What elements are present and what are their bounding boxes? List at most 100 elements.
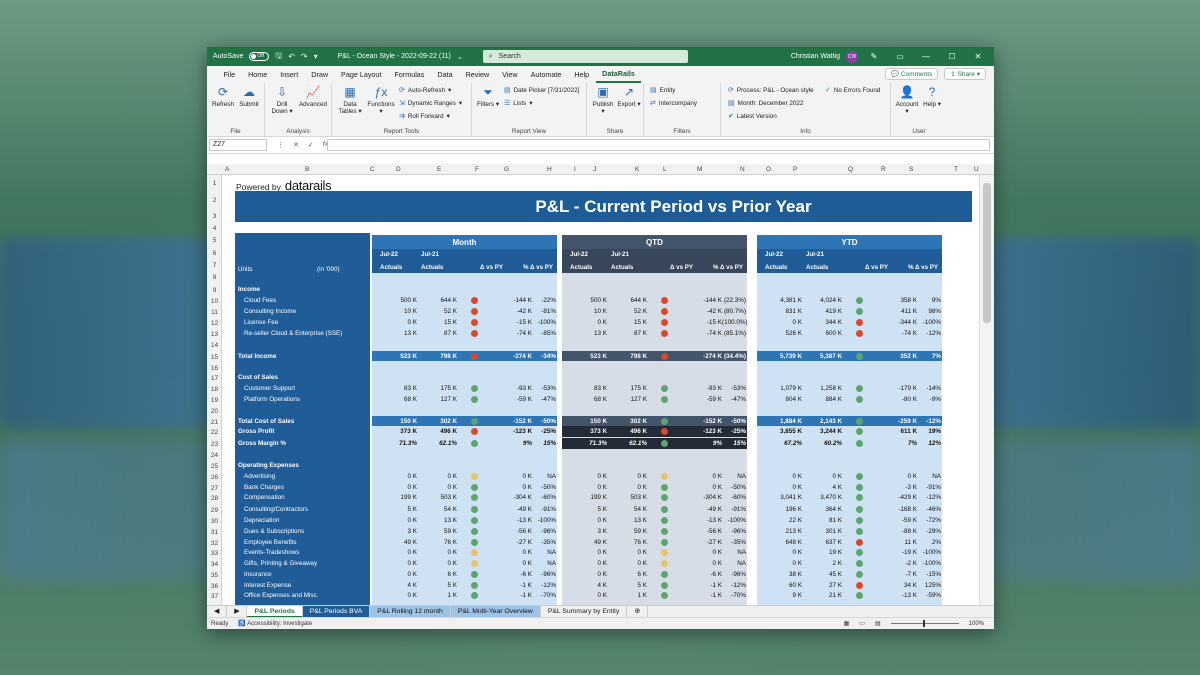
sheet-tab-3[interactable]: P&L Rolling 12 month <box>370 605 451 618</box>
name-box[interactable]: Z27 <box>209 139 267 151</box>
row-header-23[interactable]: 23 <box>207 441 222 448</box>
row-header-8[interactable]: 8 <box>207 274 222 281</box>
value-cell[interactable]: -100% <box>917 549 941 556</box>
accessibility-status[interactable]: ♿ Accessibility: Investigate <box>238 620 312 627</box>
value-cell[interactable]: 500 K <box>562 297 607 304</box>
value-cell[interactable]: 352 K <box>867 353 917 360</box>
row-header-31[interactable]: 31 <box>207 529 222 536</box>
zoom-slider[interactable] <box>890 620 959 627</box>
value-cell[interactable]: 523 K <box>562 353 607 360</box>
row-header-20[interactable]: 20 <box>207 408 222 415</box>
value-cell[interactable]: -1 K <box>482 592 532 599</box>
value-cell[interactable]: -12% <box>532 582 556 589</box>
value-cell[interactable]: 199 K <box>562 494 607 501</box>
value-cell[interactable]: -46% <box>917 506 941 513</box>
value-cell[interactable]: -96% <box>532 528 556 535</box>
value-cell[interactable]: 21 K <box>800 592 842 599</box>
dynamic-ranges-button[interactable]: ⇲ Dynamic Ranges ▾ <box>399 99 462 108</box>
value-cell[interactable]: 59 K <box>415 528 457 535</box>
value-cell[interactable]: NA <box>532 473 556 480</box>
value-cell[interactable]: -96% <box>722 528 746 535</box>
value-cell[interactable]: 81 K <box>800 517 842 524</box>
value-cell[interactable]: 0 K <box>672 549 722 556</box>
value-cell[interactable]: -13 K <box>672 517 722 524</box>
value-cell[interactable]: 54 K <box>605 506 647 513</box>
value-cell[interactable]: -25% <box>532 428 556 435</box>
value-cell[interactable]: 0 K <box>800 473 842 480</box>
refresh-button[interactable]: ⟳ Refresh <box>211 85 235 108</box>
value-cell[interactable]: 4 K <box>372 582 417 589</box>
value-cell[interactable]: -1 K <box>672 582 722 589</box>
add-sheet-button[interactable]: ⊕ <box>627 605 649 618</box>
value-cell[interactable]: 19% <box>917 428 941 435</box>
value-cell[interactable]: 637 K <box>800 539 842 546</box>
value-cell[interactable]: 798 K <box>605 353 647 360</box>
value-cell[interactable]: 411 K <box>867 308 917 315</box>
row-header-21[interactable]: 21 <box>207 419 222 426</box>
value-cell[interactable]: 523 K <box>372 353 417 360</box>
value-cell[interactable]: -179 K <box>867 385 917 392</box>
formula-input[interactable] <box>327 139 990 151</box>
value-cell[interactable]: (100.0%) <box>722 319 748 326</box>
value-cell[interactable]: -56 K <box>482 528 532 535</box>
column-header-e[interactable]: E <box>437 164 441 175</box>
data-tables-button[interactable]: ▦ Data Tables ▾ <box>336 85 364 115</box>
value-cell[interactable]: 0 K <box>372 517 417 524</box>
value-cell[interactable]: 5 K <box>372 506 417 513</box>
column-header-h[interactable]: H <box>547 164 552 175</box>
row-header-3[interactable]: 3 <box>207 213 222 220</box>
value-cell[interactable]: 600 K <box>800 330 842 337</box>
row-header-18[interactable]: 18 <box>207 386 222 393</box>
value-cell[interactable]: 364 K <box>800 506 842 513</box>
value-cell[interactable]: 0 K <box>372 560 417 567</box>
value-cell[interactable]: 419 K <box>800 308 842 315</box>
row-header-5[interactable]: 5 <box>207 237 222 244</box>
value-cell[interactable]: (85.1%) <box>722 330 746 337</box>
value-cell[interactable]: 0 K <box>372 484 417 491</box>
column-header-p[interactable]: P <box>793 164 797 175</box>
value-cell[interactable]: -80 K <box>867 396 917 403</box>
value-cell[interactable]: -15 K <box>672 319 722 326</box>
row-header-37[interactable]: 37 <box>207 593 222 600</box>
value-cell[interactable]: NA <box>917 473 941 480</box>
value-cell[interactable]: 10 K <box>372 308 417 315</box>
value-cell[interactable]: -1 K <box>672 592 722 599</box>
value-cell[interactable]: -72% <box>917 517 941 524</box>
value-cell[interactable]: 11 K <box>867 539 918 546</box>
drill-down-button[interactable]: ⇩ Drill Down ▾ <box>268 85 296 115</box>
value-cell[interactable]: 45 K <box>800 571 842 578</box>
value-cell[interactable]: 3 K <box>372 528 417 535</box>
column-header-o[interactable]: O <box>766 164 771 175</box>
row-header-15[interactable]: 15 <box>207 354 222 361</box>
value-cell[interactable]: 5 K <box>562 506 607 513</box>
value-cell[interactable]: 175 K <box>605 385 647 392</box>
value-cell[interactable]: -74 K <box>482 330 532 337</box>
menu-item-automate[interactable]: Automate <box>524 66 568 83</box>
ribbon-display-icon[interactable]: ▭ <box>890 52 910 61</box>
value-cell[interactable]: -168 K <box>867 506 917 513</box>
value-cell[interactable]: 27 K <box>800 582 842 589</box>
pen-icon[interactable]: ✎ <box>864 52 884 61</box>
zoom-level[interactable]: 100% <box>969 621 984 627</box>
account-button[interactable]: 👤 Account ▾ <box>894 85 920 115</box>
value-cell[interactable]: -22% <box>532 297 556 304</box>
value-cell[interactable]: 60 K <box>757 582 802 589</box>
value-cell[interactable]: 199 K <box>372 494 417 501</box>
value-cell[interactable]: 4,024 K <box>800 297 842 304</box>
search-box[interactable]: ⌕ Search <box>482 50 688 63</box>
value-cell[interactable]: 6 K <box>415 571 457 578</box>
value-cell[interactable]: 0 K <box>415 560 457 567</box>
value-cell[interactable]: -14% <box>917 385 941 392</box>
value-cell[interactable]: 19 K <box>800 549 842 556</box>
value-cell[interactable]: -12% <box>917 418 941 425</box>
value-cell[interactable]: 3 K <box>562 528 607 535</box>
value-cell[interactable]: 0 K <box>605 549 647 556</box>
minimize-button[interactable]: — <box>916 52 936 61</box>
value-cell[interactable]: 0 K <box>415 473 457 480</box>
advanced-button[interactable]: 📈 Advanced <box>296 85 330 108</box>
value-cell[interactable]: 0 K <box>605 560 647 567</box>
value-cell[interactable]: 9% <box>672 440 722 447</box>
value-cell[interactable]: 7% <box>867 440 917 447</box>
value-cell[interactable]: 0 K <box>482 549 532 556</box>
value-cell[interactable]: 5 K <box>605 582 647 589</box>
